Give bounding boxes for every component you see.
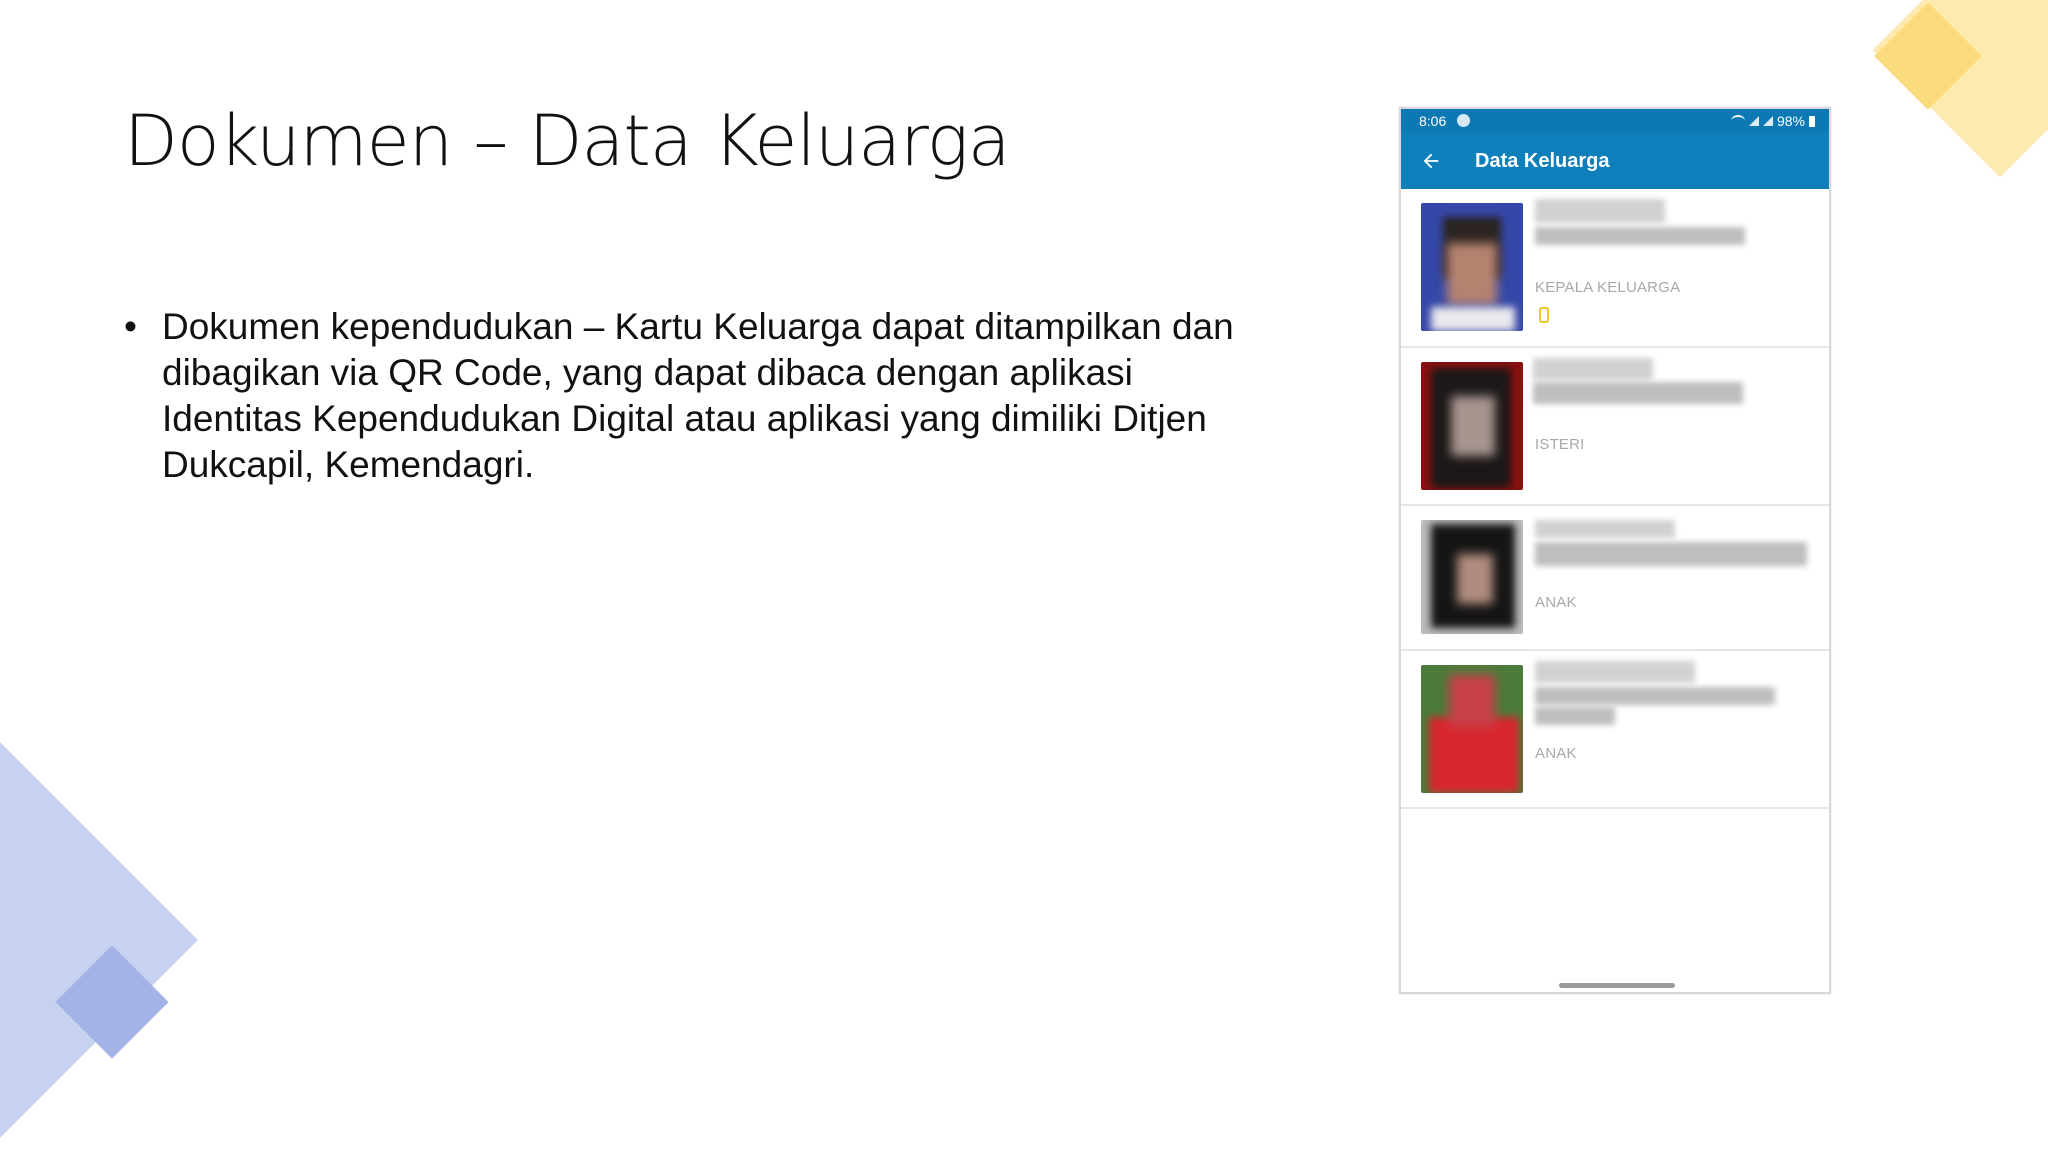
decor-diamond-blue-large xyxy=(0,742,198,1138)
member-photo xyxy=(1421,665,1523,793)
status-time: 8:06 xyxy=(1419,113,1447,129)
nik-redacted xyxy=(1535,687,1775,705)
name-redacted xyxy=(1535,520,1675,538)
nik-redacted xyxy=(1533,382,1743,404)
nik-redacted xyxy=(1535,227,1745,245)
photo-pixelation xyxy=(1457,554,1493,604)
status-indicators: 98% xyxy=(1730,113,1815,129)
notification-icon xyxy=(1457,114,1470,127)
back-button[interactable] xyxy=(1415,145,1447,177)
photo-pixelation xyxy=(1449,675,1495,727)
arrow-left-icon xyxy=(1423,153,1439,169)
member-list: KEPALA KELUARGA ISTERI ANAK ANAK xyxy=(1401,189,1829,809)
signal-icon xyxy=(1748,116,1759,126)
signal-icon xyxy=(1762,116,1773,126)
bullet-dot-icon: • xyxy=(124,306,137,347)
member-row[interactable]: ISTERI xyxy=(1401,348,1829,506)
member-role: ANAK xyxy=(1535,745,1577,762)
wifi-icon xyxy=(1730,115,1745,127)
status-bar: 8:06 98% xyxy=(1401,109,1829,133)
member-photo xyxy=(1421,362,1523,490)
slide-title: Dokumen – Data Keluarga xyxy=(124,100,1011,182)
nik-redacted xyxy=(1535,542,1807,566)
member-photo xyxy=(1421,520,1523,634)
photo-pixelation xyxy=(1451,396,1495,456)
member-photo xyxy=(1421,203,1523,331)
member-row[interactable]: ANAK xyxy=(1401,506,1829,651)
photo-pixelation xyxy=(1431,307,1515,331)
app-title: Data Keluarga xyxy=(1475,150,1610,172)
member-role: KEPALA KELUARGA xyxy=(1535,279,1681,296)
decor-diamond-yellow-large xyxy=(1872,0,2048,178)
app-bar: Data Keluarga xyxy=(1401,133,1829,189)
name-redacted xyxy=(1533,358,1653,380)
member-role: ISTERI xyxy=(1535,436,1585,453)
battery-icon xyxy=(1809,115,1815,127)
device-icon xyxy=(1539,307,1549,323)
bullet-text: Dokumen kependudukan – Kartu Keluarga da… xyxy=(162,306,1234,485)
photo-pixelation xyxy=(1429,717,1519,793)
photo-pixelation xyxy=(1447,243,1497,305)
home-indicator[interactable] xyxy=(1559,983,1675,988)
member-row[interactable]: ANAK xyxy=(1401,651,1829,809)
name-redacted xyxy=(1535,199,1665,223)
battery-percent: 98% xyxy=(1776,113,1805,129)
phone-screenshot: 8:06 98% Data Keluarga KEPALA KELUARGA I… xyxy=(1399,107,1831,994)
bullet-list: • Dokumen kependudukan – Kartu Keluarga … xyxy=(124,304,1264,488)
name-redacted xyxy=(1535,661,1695,683)
member-row[interactable]: KEPALA KELUARGA xyxy=(1401,189,1829,348)
bullet-item: • Dokumen kependudukan – Kartu Keluarga … xyxy=(124,304,1264,488)
member-role: ANAK xyxy=(1535,594,1577,611)
nik-redacted xyxy=(1535,707,1615,725)
